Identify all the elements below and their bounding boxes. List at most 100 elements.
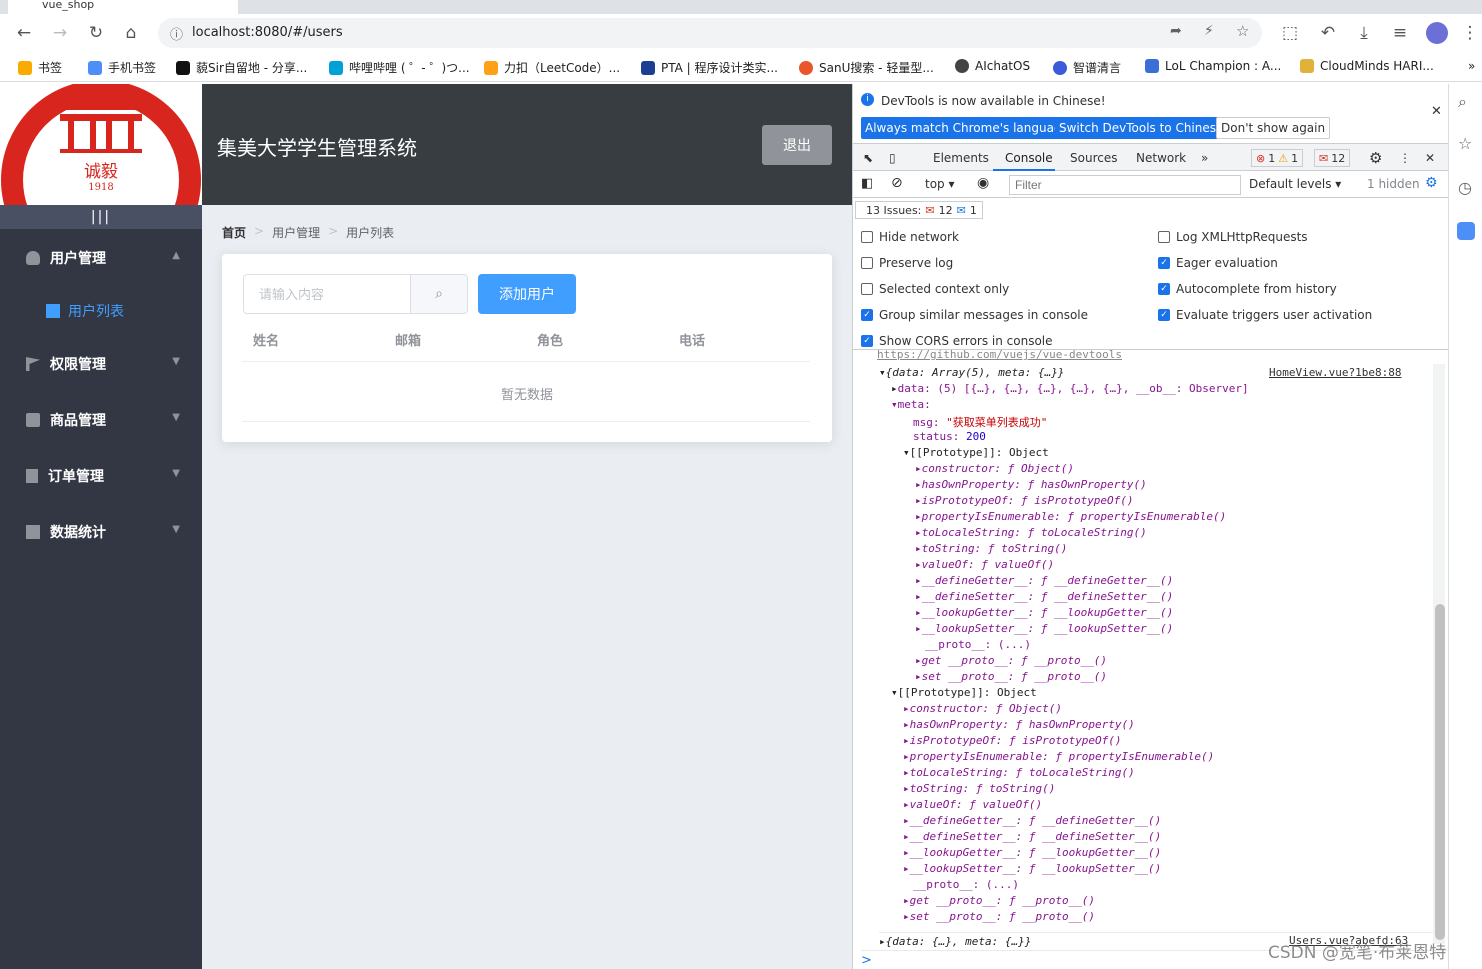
history-icon[interactable]: ↶ xyxy=(1314,19,1342,47)
checkbox-checked[interactable]: ✓ xyxy=(1158,309,1170,321)
close-icon[interactable]: ✕ xyxy=(1425,151,1435,165)
bookmark-item[interactable]: 哔哩哔哩 ( ゜- ゜)つ... xyxy=(329,59,470,76)
download-icon[interactable]: ⤓ xyxy=(1350,19,1378,47)
lightning-icon[interactable]: ⚡ xyxy=(1204,23,1214,39)
sidebar-toggle-icon[interactable]: ◧ xyxy=(861,176,873,191)
eager-eval-option[interactable]: ✓ Eager evaluation xyxy=(1158,256,1278,270)
bookmark-item[interactable]: SanU搜索 - 轻量型... xyxy=(799,59,934,76)
sidebar-item-reports[interactable]: 数据统计 ▼ xyxy=(0,504,202,560)
bookmark-item[interactable]: 手机书签 xyxy=(88,59,156,76)
levels-select[interactable]: Default levels ▾ xyxy=(1249,177,1341,191)
proto-entry[interactable]: ▸__defineGetter__: ƒ __defineGetter__() xyxy=(903,814,1161,827)
clock-icon[interactable]: ◷ xyxy=(1458,178,1472,197)
proto-entry[interactable]: ▸__lookupGetter__: ƒ __lookupGetter__() xyxy=(915,606,1173,619)
extensions-icon[interactable]: ⬚ xyxy=(1276,19,1304,47)
log-data[interactable]: ▸data: (5) [{…}, {…}, {…}, {…}, {…}, __o… xyxy=(891,382,1249,395)
star-icon[interactable]: ☆ xyxy=(1458,134,1472,153)
gear-icon[interactable]: ⚙ xyxy=(1425,175,1438,191)
proto-entry[interactable]: ▸toString: ƒ toString() xyxy=(915,542,1067,555)
sidebar-item-goods[interactable]: 商品管理 ▼ xyxy=(0,392,202,448)
clear-icon[interactable]: ⊘ xyxy=(891,175,903,191)
proto-entry[interactable]: ▸__lookupSetter__: ƒ __lookupSetter__() xyxy=(903,862,1161,875)
bookmark-item[interactable]: LoL Champion : A... xyxy=(1145,59,1281,73)
checkbox[interactable] xyxy=(861,257,873,269)
checkbox[interactable] xyxy=(1158,231,1170,243)
proto-entry[interactable]: ▸valueOf: ƒ valueOf() xyxy=(903,798,1042,811)
checkbox-checked[interactable]: ✓ xyxy=(1158,257,1170,269)
selected-context-option[interactable]: Selected context only xyxy=(861,282,1009,296)
bookmark-item[interactable]: CloudMinds HARI... xyxy=(1300,59,1434,73)
sidebar-item-users[interactable]: 用户管理 ▲ xyxy=(0,230,202,286)
add-user-button[interactable]: 添加用户 xyxy=(478,274,576,314)
sidebar-item-permissions[interactable]: 权限管理 ▼ xyxy=(0,336,202,392)
gear-icon[interactable]: ⚙ xyxy=(1369,149,1382,167)
breadcrumb-home[interactable]: 首页 xyxy=(222,224,246,241)
info-icon[interactable]: ⓘ xyxy=(170,24,183,43)
context-select[interactable]: top ▾ xyxy=(925,177,955,191)
tab-console[interactable]: Console xyxy=(1005,151,1053,165)
proto-entry[interactable]: ▸hasOwnProperty: ƒ hasOwnProperty() xyxy=(915,478,1147,491)
sidebar-subitem-user-list[interactable]: 用户列表 xyxy=(0,286,202,336)
back-icon[interactable]: ← xyxy=(10,19,38,47)
preserve-log-option[interactable]: Preserve log xyxy=(861,256,953,270)
forward-icon[interactable]: → xyxy=(46,19,74,47)
bookmark-item[interactable]: PTA | 程序设计类实... xyxy=(641,59,778,76)
proto-entry[interactable]: ▸propertyIsEnumerable: ƒ propertyIsEnume… xyxy=(915,510,1226,523)
proto-entry[interactable]: ▸constructor: ƒ Object() xyxy=(915,462,1074,475)
logout-button[interactable]: 退出 xyxy=(762,125,832,165)
always-match-button[interactable]: Always match Chrome's language xyxy=(861,117,1073,139)
proto-entry[interactable]: ▸__defineSetter__: ƒ __defineSetter__() xyxy=(903,830,1161,843)
star-icon[interactable]: ☆ xyxy=(1236,22,1249,40)
proto-entry[interactable]: ▸__defineSetter__: ƒ __defineSetter__() xyxy=(915,590,1173,603)
browser-tab[interactable]: vue_shop xyxy=(8,0,238,14)
checkbox[interactable] xyxy=(861,231,873,243)
proto-entry[interactable]: ▸__defineGetter__: ƒ __defineGetter__() xyxy=(915,574,1173,587)
search-icon[interactable]: ⌕ xyxy=(1458,92,1467,112)
tab-sources[interactable]: Sources xyxy=(1070,151,1117,165)
menu-icon[interactable]: ⋮ xyxy=(1456,19,1482,47)
eye-icon[interactable]: ◉ xyxy=(977,175,989,191)
reload-icon[interactable]: ↻ xyxy=(82,19,110,47)
bookmarks-more[interactable]: » xyxy=(1468,59,1475,73)
proto-entry[interactable]: ▸__lookupSetter__: ƒ __lookupSetter__() xyxy=(915,622,1173,635)
search-input[interactable] xyxy=(243,274,411,314)
proto-entry[interactable]: ▸propertyIsEnumerable: ƒ propertyIsEnume… xyxy=(903,750,1214,763)
log-meta[interactable]: ▾meta: xyxy=(891,398,931,411)
proto-entry[interactable]: ▸isPrototypeOf: ƒ isPrototypeOf() xyxy=(903,734,1122,747)
bookmark-item[interactable]: 书签 xyxy=(18,59,62,76)
proto-entry[interactable]: ▸hasOwnProperty: ƒ hasOwnProperty() xyxy=(903,718,1135,731)
log-prototype[interactable]: ▾[[Prototype]]: Object xyxy=(903,446,1049,459)
hide-network-option[interactable]: Hide network xyxy=(861,230,959,244)
sidebar-item-orders[interactable]: 订单管理 ▼ xyxy=(0,448,202,504)
switch-chinese-button[interactable]: Switch DevTools to Chinese xyxy=(1055,117,1228,139)
kebab-icon[interactable]: ⋮ xyxy=(1399,151,1411,165)
proto-entry[interactable]: ▸get __proto__: ƒ __proto__() xyxy=(915,654,1107,667)
proto-entry[interactable]: ▸__lookupGetter__: ƒ __lookupGetter__() xyxy=(903,846,1161,859)
log-xhr-option[interactable]: Log XMLHttpRequests xyxy=(1158,230,1308,244)
bookmark-item[interactable]: 力扣（LeetCode）... xyxy=(484,59,620,76)
close-icon[interactable]: ✕ xyxy=(1431,104,1442,119)
cors-errors-option[interactable]: ✓ Show CORS errors in console xyxy=(861,334,1053,348)
log-source-link[interactable]: HomeView.vue?1be8:88 xyxy=(1269,366,1401,379)
avatar[interactable] xyxy=(1426,22,1448,44)
filter-input[interactable] xyxy=(1009,175,1241,195)
sidebar-toggle[interactable]: ||| xyxy=(0,205,202,229)
proto-entry[interactable]: ▸get __proto__: ƒ __proto__() xyxy=(903,894,1095,907)
log-prototype[interactable]: ▾[[Prototype]]: Object xyxy=(891,686,1037,699)
proto-entry[interactable]: ▸isPrototypeOf: ƒ isPrototypeOf() xyxy=(915,494,1134,507)
tab-network[interactable]: Network xyxy=(1136,151,1186,165)
more-tabs-icon[interactable]: » xyxy=(1201,151,1208,165)
search-button[interactable]: ⌕ xyxy=(410,274,468,314)
proto-entry[interactable]: ▸constructor: ƒ Object() xyxy=(903,702,1062,715)
proto-entry[interactable]: ▸set __proto__: ƒ __proto__() xyxy=(903,910,1095,923)
checkbox-checked[interactable]: ✓ xyxy=(861,335,873,347)
device-icon[interactable]: ▯ xyxy=(889,151,896,165)
checkbox-checked[interactable]: ✓ xyxy=(1158,283,1170,295)
share-icon[interactable]: ➦ xyxy=(1170,23,1182,39)
proto-entry[interactable]: ▸toLocaleString: ƒ toLocaleString() xyxy=(915,526,1147,539)
bookmark-item[interactable]: AIchatOS xyxy=(955,59,1030,73)
reading-list-icon[interactable]: ≡ xyxy=(1386,19,1414,47)
address-bar[interactable]: ⓘ localhost:8080/#/users ➦ ⚡ ☆ xyxy=(158,18,1262,48)
bookmark-item[interactable]: 智谱清言 xyxy=(1053,59,1121,76)
checkbox[interactable] xyxy=(861,283,873,295)
